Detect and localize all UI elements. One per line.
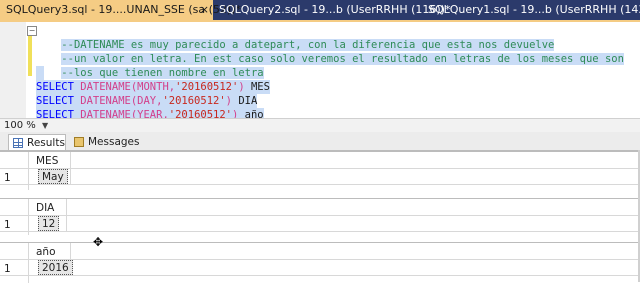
string-literal: '20160512' xyxy=(175,81,239,93)
grid-line xyxy=(0,168,640,169)
grid-cell[interactable]: May xyxy=(38,169,68,184)
column-header: DIA xyxy=(36,202,55,214)
grid-line xyxy=(0,231,640,232)
result-grid-month[interactable]: MES 1 May xyxy=(0,151,640,190)
tab-sqlquery1[interactable]: SQLQuery1.sql - 19...b (UserRRHH (143))* xyxy=(422,0,640,20)
zoom-bar: 100 % ▼ xyxy=(0,118,640,132)
tab-sqlquery2[interactable]: SQLQuery2.sql - 19...b (UserRRHH (116))* xyxy=(213,0,450,20)
tab-label: Messages xyxy=(88,136,140,148)
function-args: (MONTH, xyxy=(130,81,176,93)
grid-line xyxy=(0,275,640,276)
tab-sqlquery3[interactable]: SQLQuery3.sql - 19....UNAN_SSE (sa (52))… xyxy=(0,0,241,20)
chevron-down-icon[interactable]: ▼ xyxy=(42,119,48,132)
string-literal: '20160512' xyxy=(162,95,226,107)
editor-margin xyxy=(0,22,26,118)
tab-label: SQLQuery1.sql - 19...b (UserRRHH (143))* xyxy=(428,3,640,16)
grid-separator xyxy=(28,243,29,283)
tab-messages[interactable]: Messages xyxy=(70,134,140,150)
query-editor[interactable]: − --DATENAME es muy parecido a datepart,… xyxy=(0,22,640,122)
move-cursor-icon: ✥ xyxy=(93,235,104,249)
close-tab-icon[interactable]: × xyxy=(200,0,209,20)
zoom-level[interactable]: 100 % xyxy=(4,119,36,132)
results-grid-icon xyxy=(13,138,23,148)
tab-label: SQLQuery2.sql - 19...b (UserRRHH (116))* xyxy=(219,3,451,16)
grid-line xyxy=(0,259,640,260)
function-name: DATENAME xyxy=(80,95,131,107)
grid-line xyxy=(0,215,640,216)
editor-line-3: --los que tienen nombre en letra xyxy=(36,52,264,79)
grid-separator xyxy=(66,199,67,231)
document-tab-strip: SQLQuery3.sql - 19....UNAN_SSE (sa (52))… xyxy=(0,0,640,20)
messages-icon xyxy=(74,137,84,147)
editor-line-4 xyxy=(36,66,44,80)
column-alias: MES xyxy=(244,81,270,93)
row-number: 1 xyxy=(4,172,11,184)
function-args: (DAY, xyxy=(130,95,163,107)
column-alias: DIA xyxy=(232,95,258,107)
grid-separator xyxy=(28,199,29,235)
function-name: DATENAME xyxy=(80,81,131,93)
editor-line-2: --un valor en letra. En est caso solo ve… xyxy=(36,38,624,65)
editor-line-1: --DATENAME es muy parecido a datepart, c… xyxy=(36,24,555,51)
grid-cell[interactable]: 2016 xyxy=(38,260,73,275)
row-number: 1 xyxy=(4,263,11,275)
editor-line-6: SELECT DATENAME(DAY,'20160512') DIA xyxy=(36,94,258,108)
grid-line xyxy=(0,184,640,185)
keyword: SELECT xyxy=(36,81,74,93)
column-header: año xyxy=(36,246,56,258)
result-grid-day[interactable]: DIA 1 12 xyxy=(0,198,640,235)
tab-label: Results xyxy=(27,137,65,149)
grid-separator xyxy=(70,152,71,184)
editor-line-5: SELECT DATENAME(MONTH,'20160512') MES xyxy=(36,80,270,94)
grid-cell[interactable]: 12 xyxy=(38,216,60,231)
comment-text: --los que tienen nombre en letra xyxy=(61,67,264,79)
tab-results[interactable]: Results xyxy=(8,134,66,150)
keyword: SELECT xyxy=(36,95,74,107)
column-header: MES xyxy=(36,155,59,167)
result-tabs: Results Messages xyxy=(0,132,640,151)
row-number: 1 xyxy=(4,219,11,231)
